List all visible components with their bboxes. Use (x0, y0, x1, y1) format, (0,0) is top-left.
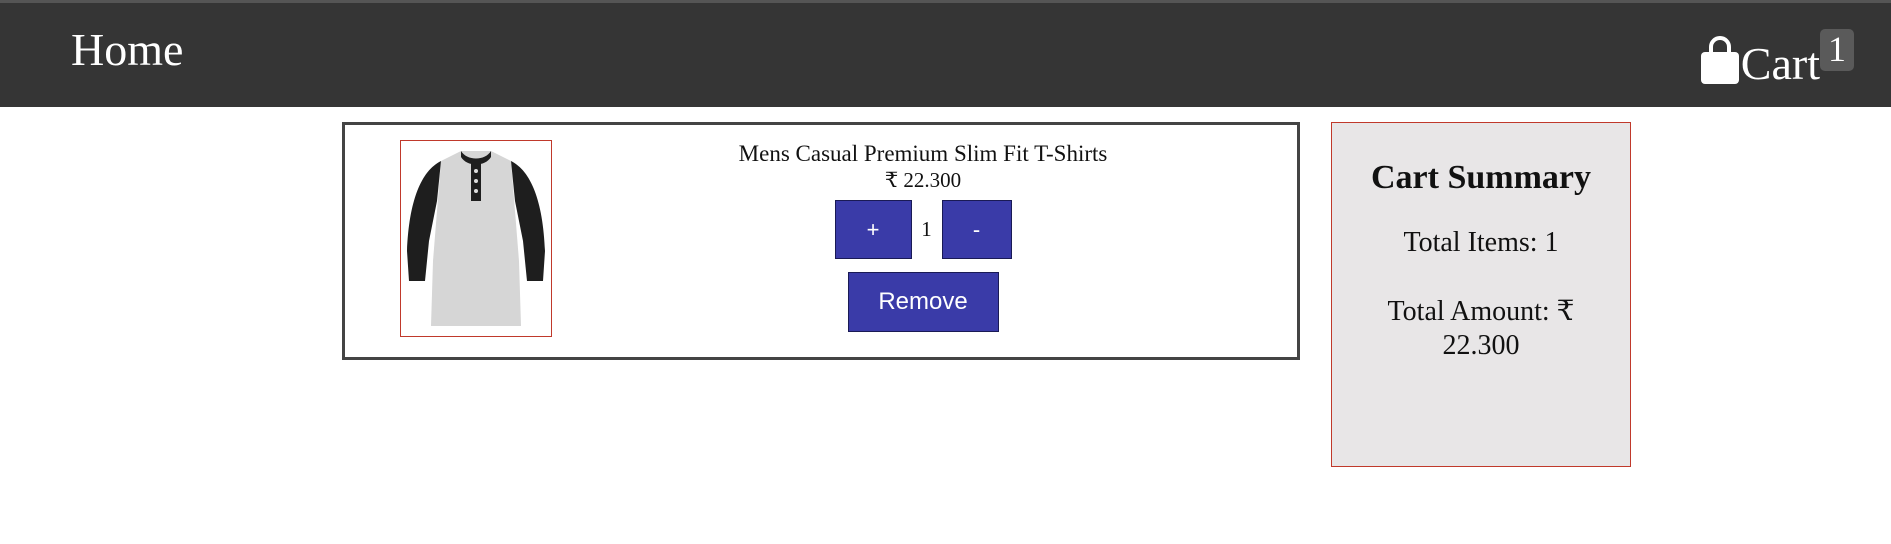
cart-link[interactable]: Cart 1 (1699, 29, 1854, 87)
quantity-value: 1 (921, 217, 932, 241)
cart-count-badge: 1 (1820, 29, 1854, 71)
decrease-quantity-button[interactable]: - (941, 200, 1012, 259)
remove-item-button[interactable]: Remove (847, 272, 999, 332)
item-info: Mens Casual Premium Slim Fit T-Shirts ₹ … (675, 140, 1171, 332)
quantity-stepper: + 1 - (675, 200, 1171, 259)
henley-shirt-image (407, 151, 545, 326)
product-image (400, 140, 552, 337)
summary-total-amount: Total Amount: ₹ 22.300 (1387, 295, 1575, 361)
summary-total-items: Total Items: 1 (1403, 227, 1559, 259)
home-link[interactable]: Home (71, 27, 183, 73)
cart-item-card: Mens Casual Premium Slim Fit T-Shirts ₹ … (342, 122, 1300, 360)
shopping-bag-icon (1700, 36, 1739, 84)
summary-title: Cart Summary (1370, 159, 1592, 196)
product-price: ₹ 22.300 (884, 168, 962, 192)
increase-quantity-button[interactable]: + (834, 200, 912, 259)
cart-summary-panel: Cart Summary Total Items: 1 Total Amount… (1331, 122, 1631, 467)
cart-label: Cart (1740, 38, 1820, 89)
product-title: Mens Casual Premium Slim Fit T-Shirts (738, 141, 1108, 166)
top-navbar: Home Cart 1 (0, 0, 1891, 107)
